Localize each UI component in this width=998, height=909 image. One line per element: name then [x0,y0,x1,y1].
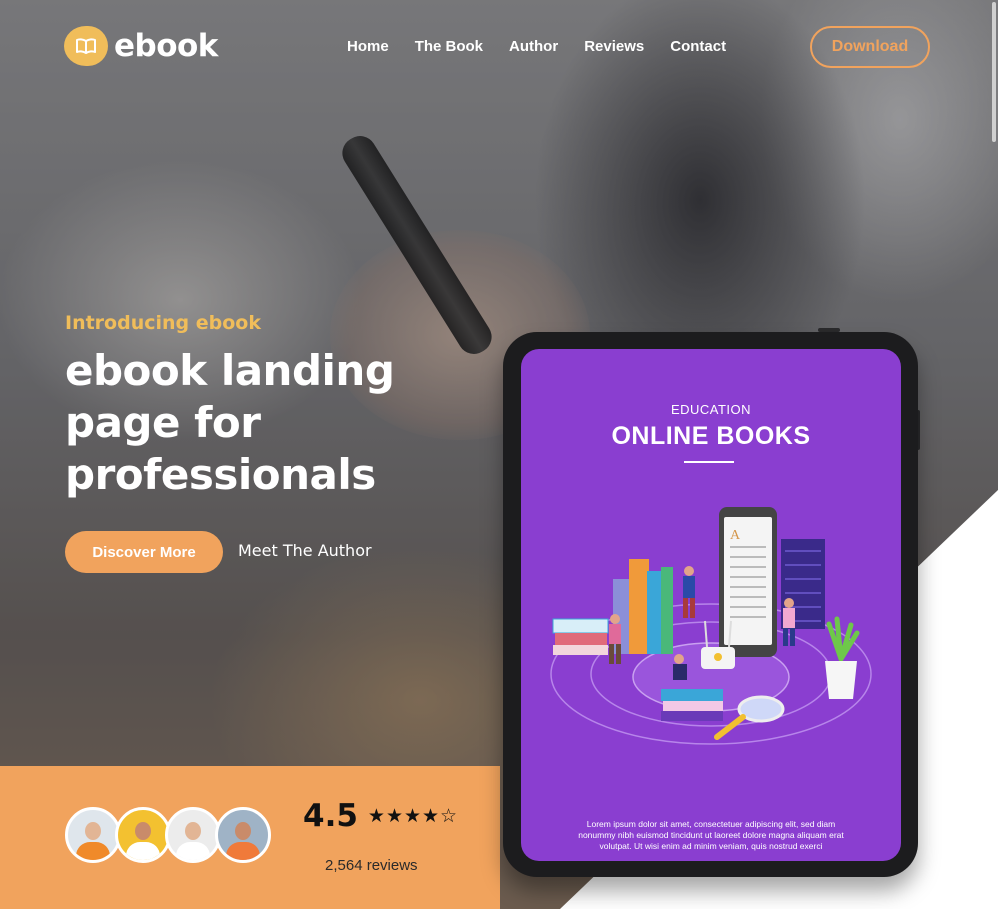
avatar [215,807,271,863]
nav-author[interactable]: Author [509,38,558,55]
scrollbar[interactable] [992,2,996,142]
open-book-icon [64,26,108,66]
nav-the-book[interactable]: The Book [415,38,483,55]
discover-more-button[interactable]: Discover More [65,531,223,573]
screen-body-text: Lorem ipsum dolor sit amet, consectetuer… [578,819,844,851]
rating: 4.5 ★★★★☆ [303,798,458,834]
star-icon: ★★★★☆ [367,805,459,827]
main-nav: Home The Book Author Reviews Contact [347,38,726,55]
meet-author-link[interactable]: Meet The Author [238,541,372,560]
hero-headline: ebook landing page for professionals [65,346,395,499]
avatar [115,807,171,863]
screen-title: ONLINE BOOKS [611,422,811,450]
education-illustration: A [550,507,872,745]
svg-text:A: A [730,528,741,543]
hero-eyebrow: Introducing ebook [65,312,261,334]
nav-contact[interactable]: Contact [670,38,726,55]
avatar [65,807,121,863]
logo[interactable]: ebook [64,26,218,66]
screen-divider [684,461,734,463]
review-count: 2,564 reviews [325,857,418,874]
nav-home[interactable]: Home [347,38,389,55]
reviewer-avatars [65,807,271,863]
screen-kicker: EDUCATION [670,402,752,417]
download-button[interactable]: Download [810,26,930,68]
nav-reviews[interactable]: Reviews [584,38,644,55]
logo-text: ebook [114,28,218,64]
avatar [165,807,221,863]
tablet-screen: EDUCATION ONLINE BOOKS A Lorem ipsum dol… [521,349,901,861]
rating-value: 4.5 [303,798,358,834]
